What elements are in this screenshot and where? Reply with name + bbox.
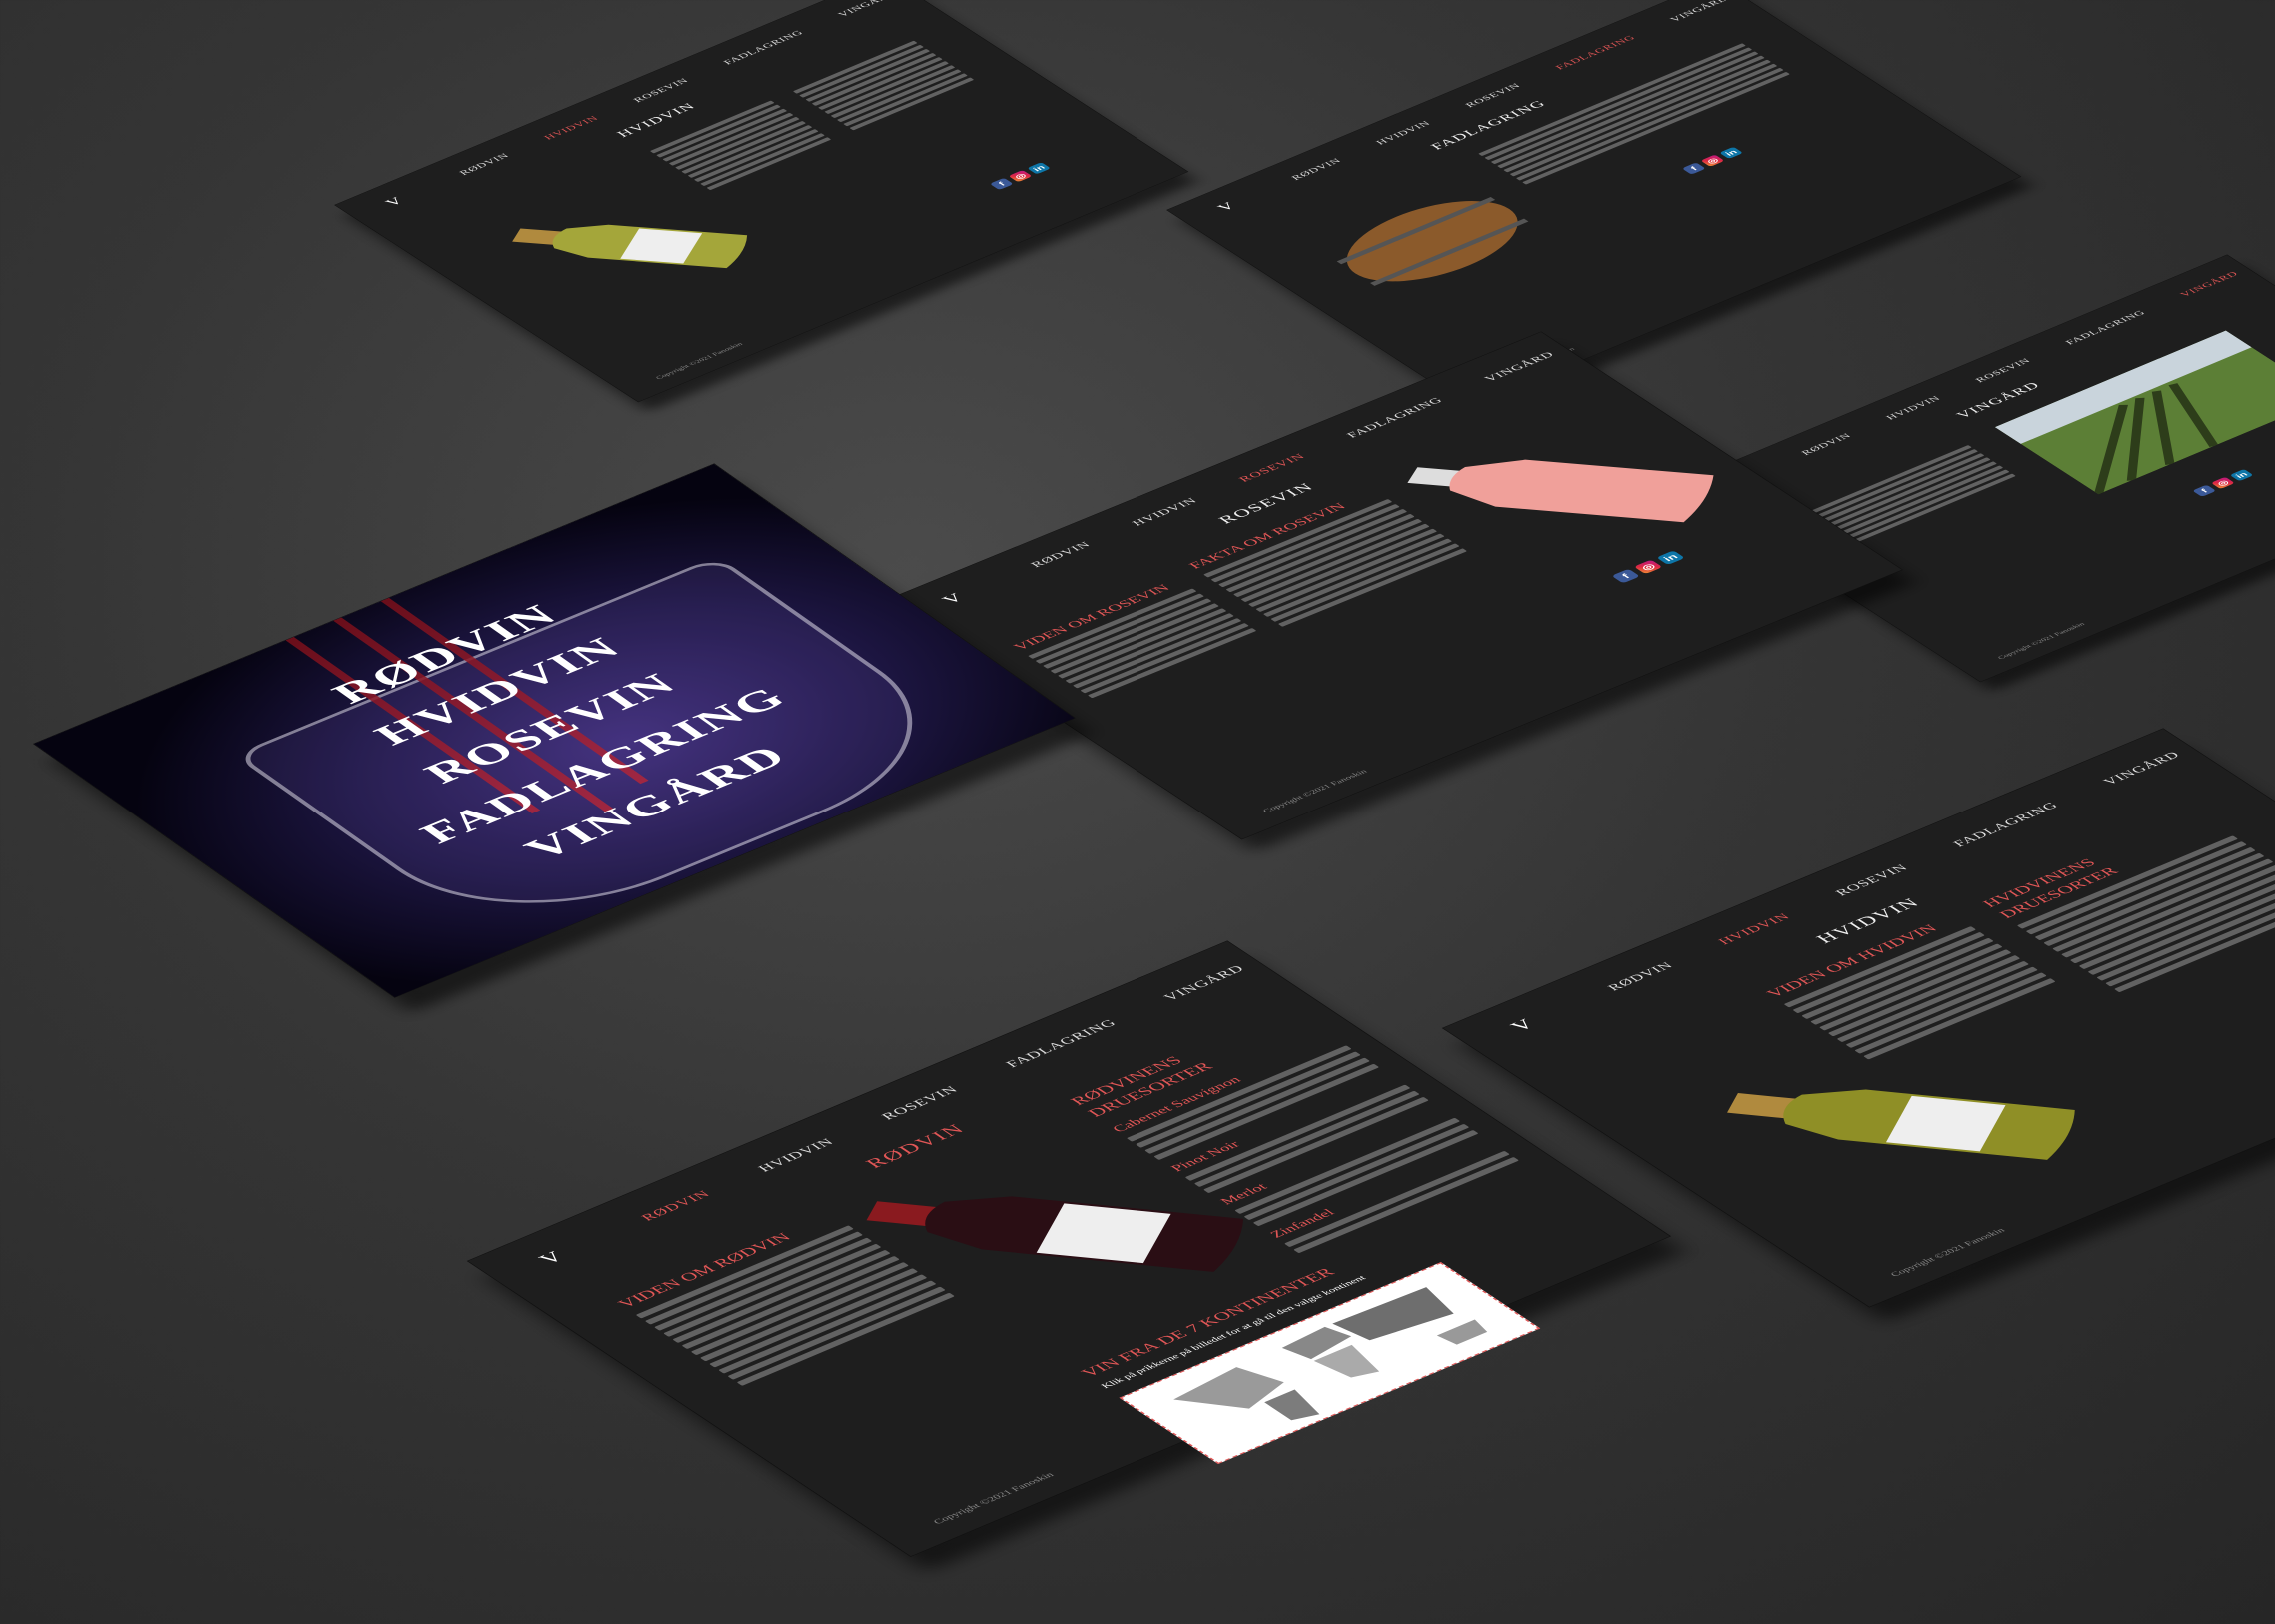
nav-item-hvidvin[interactable]: HVIDVIN: [1715, 911, 1794, 947]
nav-item-rosevin[interactable]: ROSEVIN: [1463, 82, 1523, 109]
linkedin-icon[interactable]: in: [1027, 162, 1052, 175]
facebook-icon[interactable]: f: [1611, 568, 1640, 584]
site-logo[interactable]: V: [1506, 1016, 1540, 1034]
nav-item-hvidvin[interactable]: HVIDVIN: [755, 1136, 838, 1174]
card-fadlagring: V RØDVIN HVIDVIN ROSEVIN FADLAGRING VING…: [1167, 0, 2021, 407]
white-wine-bottle-image: [512, 224, 748, 269]
nav-item-rosevin[interactable]: ROSEVIN: [1973, 357, 2033, 384]
linkedin-icon[interactable]: in: [1656, 550, 1685, 565]
nav-item-hvidvin[interactable]: HVIDVIN: [1884, 394, 1943, 421]
instagram-icon[interactable]: ◎: [2210, 476, 2235, 490]
nav-item-roedvin[interactable]: RØDVIN: [1028, 540, 1093, 569]
nav-item-rosevin[interactable]: ROSEVIN: [878, 1084, 962, 1122]
site-logo[interactable]: V: [1214, 200, 1239, 213]
linkedin-icon[interactable]: in: [1719, 146, 1744, 159]
instagram-icon[interactable]: ◎: [1700, 154, 1725, 167]
nav-item-roedvin[interactable]: RØDVIN: [638, 1188, 714, 1223]
social-links: f ◎ in: [989, 162, 1052, 191]
nav-item-vingaard[interactable]: VINGÅRD: [1482, 350, 1558, 383]
linkedin-icon[interactable]: in: [2229, 468, 2254, 482]
social-links: f ◎ in: [1681, 146, 1744, 175]
facebook-icon[interactable]: f: [2192, 484, 2217, 497]
nav-item-rosevin[interactable]: ROSEVIN: [1832, 862, 1911, 898]
nav-item-rosevin[interactable]: ROSEVIN: [631, 77, 691, 104]
site-logo[interactable]: V: [534, 1248, 570, 1267]
nav-item-hvidvin[interactable]: HVIDVIN: [1374, 119, 1433, 146]
facebook-icon[interactable]: f: [1681, 162, 1706, 175]
nav-item-roedvin[interactable]: RØDVIN: [1799, 432, 1854, 457]
social-links: f ◎ in: [2192, 468, 2254, 497]
card-hero: RØDVIN HVIDVIN ROSEVIN FADLAGRING VINGÅR…: [34, 464, 1075, 998]
nav-item-hvidvin[interactable]: HVIDVIN: [542, 114, 601, 141]
nav-item-roedvin[interactable]: RØDVIN: [1604, 960, 1676, 993]
site-logo[interactable]: V: [938, 591, 968, 607]
site-logo[interactable]: V: [382, 195, 407, 208]
nav-item-vingaard[interactable]: VINGÅRD: [2178, 270, 2241, 298]
nav-item-vingaard[interactable]: VINGÅRD: [1160, 963, 1248, 1003]
wine-barrel-image: [1336, 197, 1529, 286]
nav-item-roedvin[interactable]: RØDVIN: [1289, 157, 1344, 182]
card-hvidvin-small: V RØDVIN HVIDVIN ROSEVIN FADLAGRING VING…: [335, 0, 1188, 402]
nav-item-vingaard[interactable]: VINGÅRD: [2100, 750, 2183, 788]
nav-item-rosevin[interactable]: ROSEVIN: [1236, 452, 1308, 484]
mockup-stage: V RØDVIN HVIDVIN ROSEVIN FADLAGRING VING…: [0, 0, 2275, 1624]
nav-item-hvidvin[interactable]: HVIDVIN: [1130, 496, 1200, 528]
instagram-icon[interactable]: ◎: [1008, 170, 1033, 183]
nav-item-vingaard[interactable]: VINGÅRD: [1668, 0, 1731, 23]
instagram-icon[interactable]: ◎: [1633, 559, 1663, 575]
card-rosevin: V RØDVIN HVIDVIN ROSEVIN FADLAGRING VING…: [882, 332, 1902, 839]
nav-item-roedvin[interactable]: RØDVIN: [457, 152, 512, 177]
white-wine-bottle-image: [1727, 1089, 2075, 1160]
facebook-icon[interactable]: f: [989, 177, 1014, 191]
